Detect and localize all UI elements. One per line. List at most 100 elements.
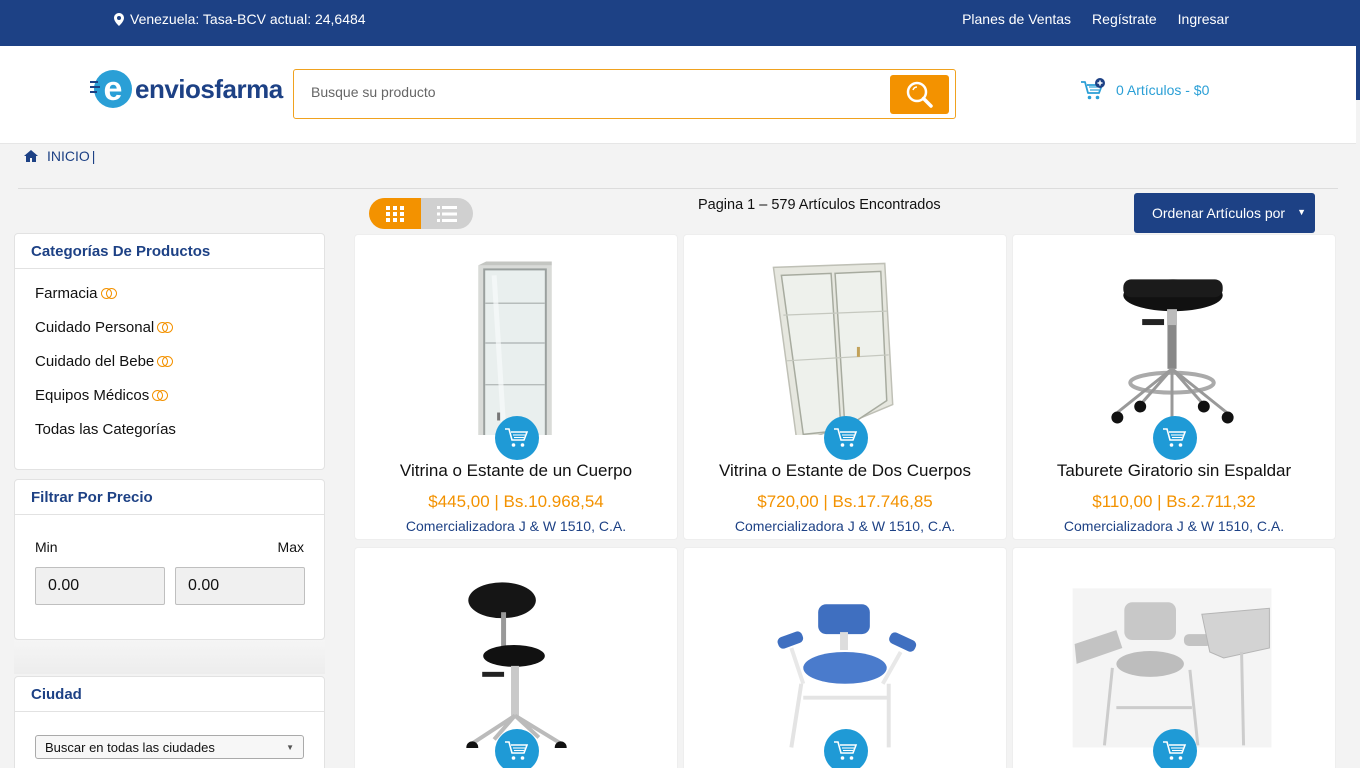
category-list: Farmacia Cuidado Personal Cuidado del Be… <box>15 269 324 455</box>
expand-rings-icon <box>152 390 170 402</box>
product-name[interactable]: Taburete Giratorio sin Espaldar <box>1013 461 1335 481</box>
double-glass-cabinet-image <box>772 262 894 435</box>
register-link[interactable]: Regístrate <box>1092 11 1157 27</box>
product-price: $720,00 | Bs.17.746,85 <box>757 492 933 511</box>
grid-icon <box>386 205 404 222</box>
shopping-cart-icon <box>834 741 858 760</box>
expand-rings-icon <box>157 322 175 334</box>
divider <box>18 188 1338 189</box>
stool-with-backrest-image <box>466 582 567 748</box>
add-to-cart-button[interactable] <box>1153 416 1197 460</box>
product-name[interactable]: Vitrina o Estante de un Cuerpo <box>355 461 677 481</box>
product-card[interactable] <box>354 547 678 768</box>
site-logo[interactable]: e enviosfarma <box>90 70 283 108</box>
shopping-cart-icon <box>1163 741 1187 760</box>
swivel-stool-image <box>1111 279 1234 429</box>
breadcrumb-home[interactable]: INICIO <box>47 148 90 164</box>
category-all[interactable]: Todas las Categorías <box>35 421 324 455</box>
max-label: Max <box>277 539 304 555</box>
price-filter-title: Filtrar Por Precio <box>15 480 324 515</box>
logo-wordmark: enviosfarma <box>135 73 283 104</box>
view-toggle <box>369 198 473 229</box>
search-box <box>293 69 956 119</box>
expand-rings-icon <box>157 356 175 368</box>
shopping-cart-icon <box>505 741 529 760</box>
grid-view-button[interactable] <box>369 198 421 229</box>
sidebar-spacer <box>14 640 325 674</box>
min-label: Min <box>35 539 58 555</box>
category-label: Equipos Médicos <box>35 387 150 404</box>
category-cuidado-personal[interactable]: Cuidado Personal <box>35 319 324 353</box>
product-card[interactable]: Vitrina o Estante de un Cuerpo $445,00 |… <box>354 234 678 540</box>
sort-dropdown[interactable]: Ordenar Artículos por ▼ <box>1134 193 1315 233</box>
exchange-rate-text: Venezuela: Tasa-BCV actual: 24,6484 <box>130 11 366 27</box>
category-equipos-medicos[interactable]: Equipos Médicos <box>35 387 324 421</box>
price-filter-body: Min Max <box>15 515 324 640</box>
city-body: Buscar en todas las ciudades ▼ <box>15 712 324 768</box>
single-glass-cabinet-image <box>478 261 552 435</box>
top-nav: Planes de Ventas Regístrate Ingresar <box>962 11 1229 27</box>
max-price-field[interactable] <box>175 567 305 605</box>
search-button[interactable] <box>890 75 949 114</box>
sort-label: Ordenar Artículos por <box>1152 205 1286 221</box>
site-header: e enviosfarma 0 Artículos - $0 <box>0 46 1356 144</box>
product-vendor[interactable]: Comercializadora J & W 1510, C.A. <box>684 518 1006 534</box>
login-link[interactable]: Ingresar <box>1178 11 1229 27</box>
min-price-field[interactable] <box>35 567 165 605</box>
product-card[interactable] <box>1012 547 1336 768</box>
shopping-cart-icon <box>834 428 858 447</box>
add-to-cart-button[interactable] <box>824 729 868 768</box>
search-input[interactable] <box>311 84 871 100</box>
grey-phlebotomy-chair-image <box>1072 588 1272 748</box>
product-name[interactable]: Vitrina o Estante de Dos Cuerpos <box>684 461 1006 481</box>
category-cuidado-bebe[interactable]: Cuidado del Bebe <box>35 353 324 387</box>
top-bar: Venezuela: Tasa-BCV actual: 24,6484 Plan… <box>0 0 1356 46</box>
category-label: Farmacia <box>35 285 98 302</box>
category-label: Cuidado Personal <box>35 319 155 336</box>
add-to-cart-button[interactable] <box>824 416 868 460</box>
add-to-cart-button[interactable] <box>495 416 539 460</box>
city-select[interactable]: Buscar en todas las ciudades ▼ <box>35 735 304 759</box>
categories-panel: Categorías De Productos Farmacia Cuidado… <box>14 233 325 470</box>
product-card[interactable] <box>683 547 1007 768</box>
home-icon <box>24 150 38 162</box>
city-title: Ciudad <box>15 677 324 712</box>
product-price: $110,00 | Bs.2.711,32 <box>1092 492 1256 511</box>
price-filter-panel: Filtrar Por Precio Min Max <box>14 479 325 640</box>
product-vendor[interactable]: Comercializadora J & W 1510, C.A. <box>355 518 677 534</box>
cart-summary: 0 Artículos - $0 <box>1116 82 1210 98</box>
breadcrumb-separator: | <box>91 148 96 164</box>
scrollbar-edge <box>1356 0 1360 100</box>
logo-letter: e <box>103 70 123 108</box>
product-card[interactable]: Taburete Giratorio sin Espaldar $110,00 … <box>1012 234 1336 540</box>
add-to-cart-button[interactable] <box>495 729 539 768</box>
list-icon <box>437 205 457 222</box>
sales-plans-link[interactable]: Planes de Ventas <box>962 11 1071 27</box>
categories-title: Categorías De Productos <box>15 234 324 269</box>
shopping-cart-icon <box>1081 78 1105 100</box>
logo-mark: e <box>90 70 132 108</box>
add-to-cart-button[interactable] <box>1153 729 1197 768</box>
search-icon <box>906 81 933 108</box>
shopping-cart-icon <box>505 428 529 447</box>
breadcrumb: INICIO | <box>24 148 95 164</box>
category-label: Cuidado del Bebe <box>35 353 155 370</box>
results-count: Pagina 1 – 579 Artículos Encontrados <box>698 197 941 213</box>
product-price: $445,00 | Bs.10.968,54 <box>428 492 604 511</box>
category-label: Todas las Categorías <box>35 421 176 438</box>
location-info: Venezuela: Tasa-BCV actual: 24,6484 <box>114 11 366 27</box>
map-pin-icon <box>114 12 124 26</box>
city-panel: Ciudad Buscar en todas las ciudades ▼ <box>14 676 325 768</box>
expand-rings-icon <box>100 288 119 300</box>
chevron-down-icon: ▼ <box>1297 207 1306 217</box>
city-select-value: Buscar en todas las ciudades <box>45 740 215 755</box>
header-cart[interactable]: 0 Artículos - $0 <box>1080 78 1209 102</box>
speed-lines-icon <box>90 81 100 96</box>
category-farmacia[interactable]: Farmacia <box>35 285 324 319</box>
list-view-button[interactable] <box>421 198 473 229</box>
chevron-down-icon: ▼ <box>286 743 294 752</box>
product-card[interactable]: Vitrina o Estante de Dos Cuerpos $720,00… <box>683 234 1007 540</box>
blue-phlebotomy-chair-image <box>777 604 917 748</box>
shopping-cart-icon <box>1163 428 1187 447</box>
product-vendor[interactable]: Comercializadora J & W 1510, C.A. <box>1013 518 1335 534</box>
